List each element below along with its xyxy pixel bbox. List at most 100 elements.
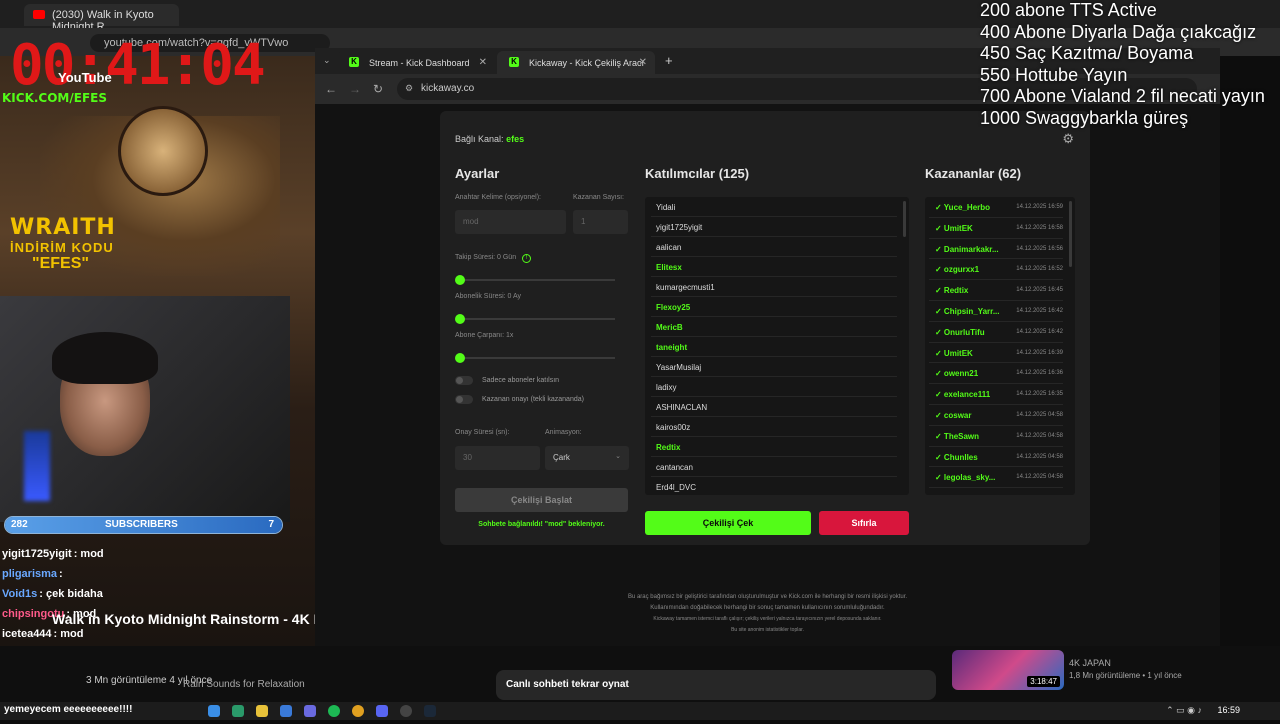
youtube-logo: YouTube — [58, 70, 112, 85]
participant-row[interactable]: MericB — [651, 317, 897, 337]
winner-count-input[interactable]: 1 — [573, 210, 628, 234]
info-icon[interactable]: ! — [522, 254, 532, 263]
sponsor-sub: İNDİRİM KODU — [10, 240, 114, 255]
winner-row[interactable]: ✓ coswar 14.12.2025 04:58 — [929, 405, 1063, 426]
participant-row[interactable]: Erd4l_DVC — [651, 477, 897, 495]
participant-row[interactable]: ASHINACLAN — [651, 397, 897, 417]
blue-light — [24, 431, 50, 501]
connection-status: Sohbete bağlanıldı! "mod" bekleniyor. — [478, 521, 605, 528]
winner-row[interactable]: ✓ UmitEK 14.12.2025 16:58 — [929, 218, 1063, 239]
winner-row[interactable]: ✓ legolas_sky... 14.12.2025 04:58 — [929, 467, 1063, 489]
tab-label: Stream - Kick Dashboard — [369, 58, 470, 68]
site-info-icon[interactable]: ⚙ — [405, 83, 413, 94]
edge-icon[interactable] — [208, 705, 220, 717]
replay-chat-button[interactable]: Canlı sohbeti tekrar oynat — [496, 670, 936, 700]
app-icon[interactable] — [304, 705, 316, 717]
winner-row[interactable]: ✓ Chipsin_Yarr... 14.12.2025 16:42 — [929, 301, 1063, 322]
gear-icon[interactable]: ⚙ — [1062, 131, 1074, 147]
outer-tab-youtube[interactable]: (2030) Walk in Kyoto Midnight R — [24, 4, 179, 33]
participant-row[interactable]: Yidali — [651, 197, 897, 217]
winner-confirm-toggle[interactable] — [455, 395, 473, 404]
participant-row[interactable]: kumargecmusti1 — [651, 277, 897, 297]
participant-row[interactable]: taneight — [651, 337, 897, 357]
winner-count-label: Kazanan Sayısı: — [573, 194, 624, 201]
suggested-video-thumbnail[interactable]: 3:18:47 — [952, 650, 1064, 690]
winner-name: ✓ Danimarkakr... — [935, 244, 999, 254]
participants-list[interactable]: Yidali yigit1725yigit aalican Elitesx kumarg… — [645, 197, 909, 495]
back-icon[interactable]: ← — [325, 82, 337, 96]
app-icon[interactable] — [280, 705, 292, 717]
participant-row[interactable]: Elitesx — [651, 257, 897, 277]
participant-row[interactable]: Flexoy25 — [651, 297, 897, 317]
suggested-channel[interactable]: 4K JAPAN — [1069, 658, 1111, 668]
app-icon[interactable] — [232, 705, 244, 717]
winner-row[interactable]: ✓ OnurluTifu 14.12.2025 16:42 — [929, 322, 1063, 343]
tab-stream-dashboard[interactable]: K Stream - Kick Dashboard ✕ — [337, 51, 495, 74]
winner-row[interactable]: ✓ Yuce_Herbo 14.12.2025 16:59 — [929, 197, 1063, 218]
winner-row[interactable]: ✓ Redtix 14.12.2025 16:45 — [929, 280, 1063, 301]
scrollbar[interactable] — [903, 201, 906, 237]
animation-select[interactable]: Çark ⌄ — [545, 446, 629, 470]
spotify-icon[interactable] — [328, 705, 340, 717]
winner-row[interactable]: ✓ owenn21 14.12.2025 16:36 — [929, 363, 1063, 385]
taskbar: yemeyecem eeeeeeeeee!!!! ⌃ ▭ ◉ ♪ 16:59 — [0, 702, 1280, 720]
tab-list-icon[interactable]: ⌄ — [323, 55, 331, 66]
chevron-down-icon: ⌄ — [615, 453, 621, 460]
slider-knob[interactable] — [455, 353, 465, 363]
channel-label: Bağlı Kanal: — [455, 134, 504, 144]
steam-icon[interactable] — [424, 705, 436, 717]
slider-knob[interactable] — [455, 314, 465, 324]
winner-time: 14.12.2025 16:42 — [1016, 328, 1063, 335]
discord-icon[interactable] — [376, 705, 388, 717]
chat-text: : mod — [73, 548, 104, 560]
kickaway-page: Bağlı Kanal: efes ⚙ Ayarlar Anahtar Keli… — [315, 104, 1220, 646]
forward-icon[interactable]: → — [349, 82, 361, 96]
clock: 16:59 — [1217, 705, 1240, 715]
sub-duration-slider[interactable] — [455, 314, 615, 324]
participant-row[interactable]: yigit1725yigit — [651, 217, 897, 237]
youtube-video-title: Walk in Kyoto Midnight Rainstorm - 4K HD… — [52, 611, 344, 627]
draw-button[interactable]: Çekilişi Çek — [645, 511, 811, 535]
participant-row[interactable]: Redtix — [651, 437, 897, 457]
participant-row[interactable]: kairos00z — [651, 417, 897, 437]
scrollbar[interactable] — [1069, 201, 1072, 267]
chat-text: : mod — [53, 628, 84, 640]
reload-icon[interactable]: ↻ — [373, 82, 383, 96]
participant-row[interactable]: ladixy — [651, 377, 897, 397]
follow-duration-text: Takip Süresi: 0 Gün — [455, 254, 517, 261]
confirm-time-input[interactable]: 30 — [455, 446, 540, 470]
close-icon[interactable]: ✕ — [479, 57, 487, 68]
tab-kickaway[interactable]: K Kickaway - Kick Çekiliş Aracı ✕ — [497, 51, 655, 74]
winner-name: ✓ Chipsin_Yarr... — [935, 306, 1000, 316]
winner-time: 14.12.2025 16:45 — [1016, 287, 1063, 294]
explorer-icon[interactable] — [256, 705, 268, 717]
system-tray[interactable]: ⌃ ▭ ◉ ♪ — [1166, 705, 1202, 716]
winner-row[interactable]: ✓ Danimarkakr... 14.12.2025 16:56 — [929, 239, 1063, 260]
participant-row[interactable]: YasarMusilaj — [651, 357, 897, 377]
winner-row[interactable]: ✓ TheSawn 14.12.2025 04:58 — [929, 426, 1063, 447]
close-icon[interactable]: ✕ — [639, 57, 647, 68]
subscribers-label: SUBSCRIBERS — [105, 519, 178, 530]
multiplier-slider[interactable] — [455, 353, 615, 363]
winner-row[interactable]: ✓ Chunlles 14.12.2025 04:58 — [929, 447, 1063, 468]
obs-icon[interactable] — [400, 705, 412, 717]
winner-row[interactable]: ✓ exelance111 14.12.2025 16:35 — [929, 384, 1063, 405]
new-tab-icon[interactable]: + — [665, 53, 673, 68]
participant-row[interactable]: cantancan — [651, 457, 897, 477]
winner-time: 14.12.2025 16:42 — [1016, 307, 1063, 314]
winner-confirm-label: Kazanan onayı (tekli kazananda) — [482, 396, 584, 403]
slider-knob[interactable] — [455, 275, 465, 285]
subs-only-toggle[interactable] — [455, 376, 473, 385]
winners-list[interactable]: ✓ Yuce_Herbo 14.12.2025 16:59 ✓ UmitEK 14.1… — [925, 197, 1075, 495]
kick-handle: KICK.COM/EFES — [2, 91, 107, 105]
follow-duration-slider[interactable] — [455, 275, 615, 285]
participant-row[interactable]: aalican — [651, 237, 897, 257]
start-giveaway-button[interactable]: Çekilişi Başlat — [455, 488, 628, 512]
chat-text: : çek bidaha — [39, 588, 103, 600]
keyword-input[interactable]: mod — [455, 210, 566, 234]
winner-row[interactable]: ✓ UmitEK 14.12.2025 16:39 — [929, 343, 1063, 364]
chrome-icon[interactable] — [352, 705, 364, 717]
winner-row[interactable]: ✓ ozgurxx1 14.12.2025 16:52 — [929, 259, 1063, 281]
kickaway-footer: Bu araç bağımsız bir geliştirici tarafın… — [315, 592, 1220, 636]
reset-button[interactable]: Sıfırla — [819, 511, 909, 535]
